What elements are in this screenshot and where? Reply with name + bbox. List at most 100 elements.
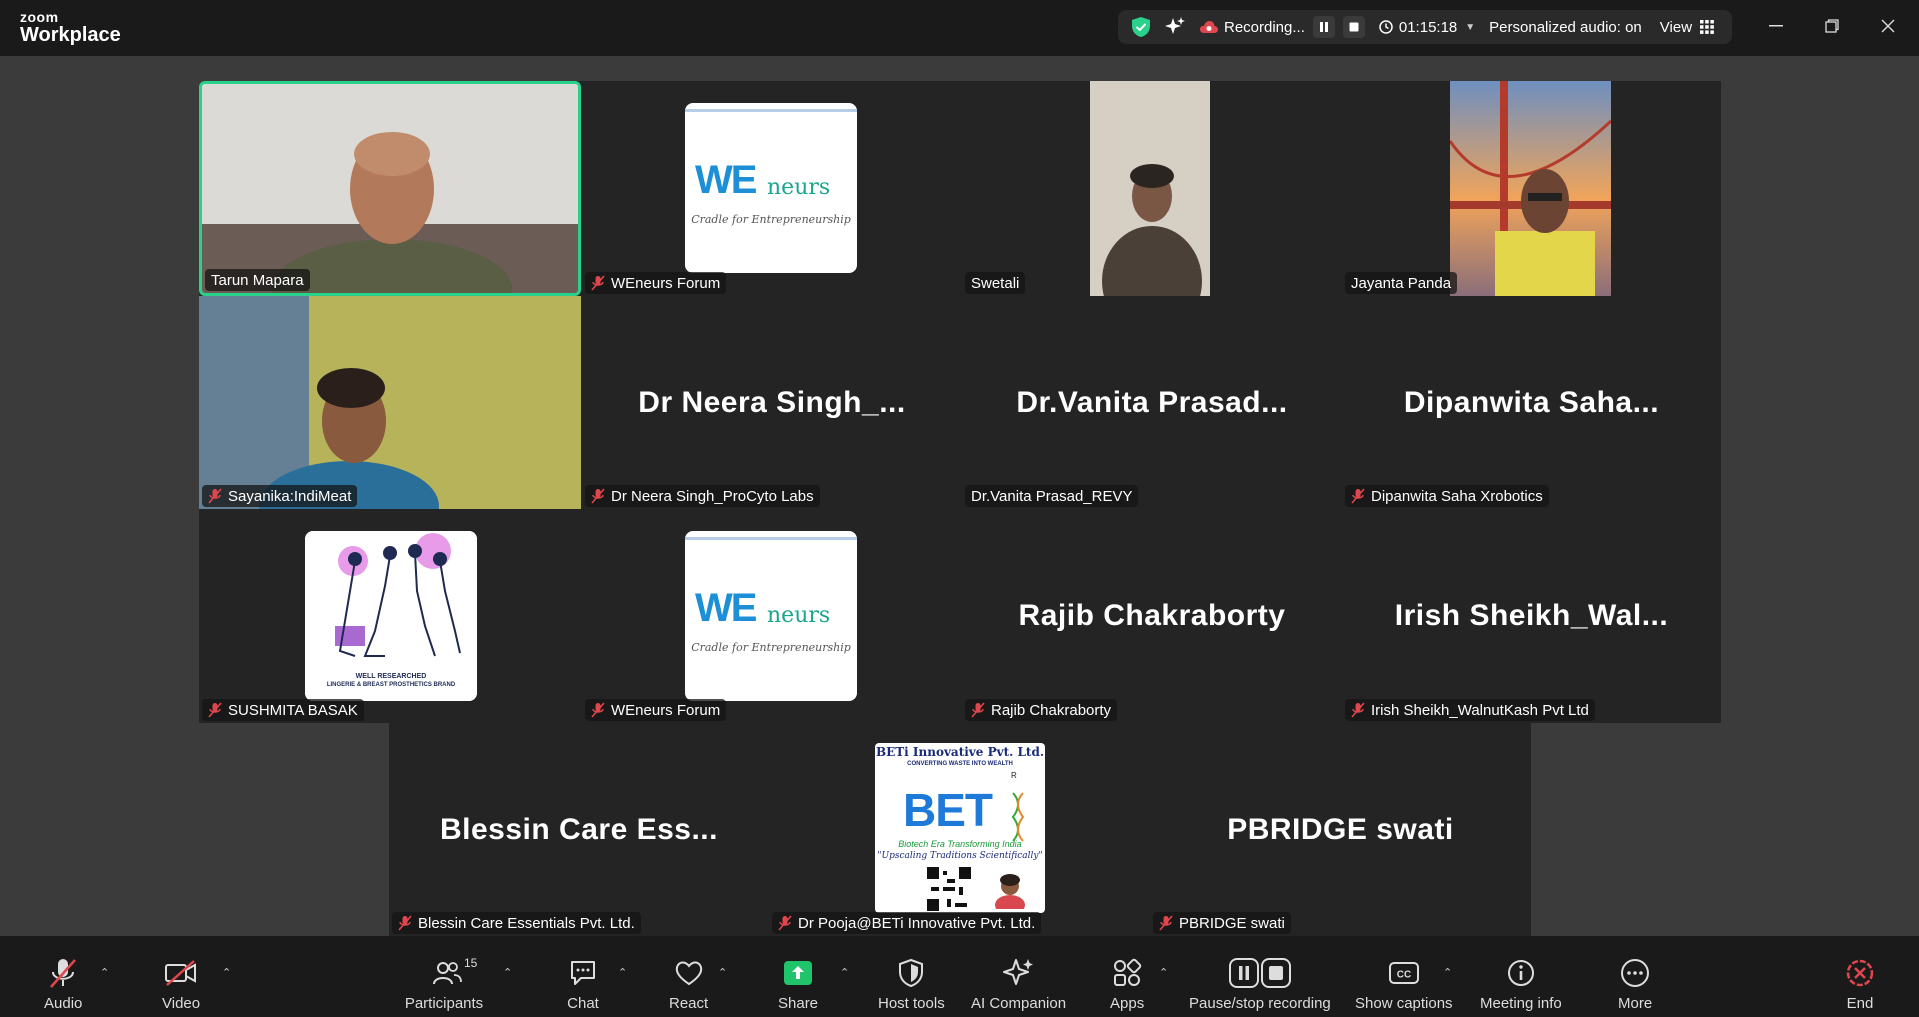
participant-tile[interactable]: Jayanta Panda bbox=[1342, 81, 1721, 296]
apps-icon bbox=[1110, 956, 1144, 990]
participant-tile[interactable]: Dipanwita Saha... Dipanwita Saha Xroboti… bbox=[1342, 296, 1721, 509]
participant-tile[interactable]: Rajib Chakraborty Rajib Chakraborty bbox=[962, 509, 1342, 723]
restore-icon[interactable] bbox=[1820, 14, 1844, 38]
participant-name: Dipanwita Saha Xrobotics bbox=[1371, 487, 1543, 505]
minimize-icon[interactable] bbox=[1764, 14, 1788, 38]
meeting-timer: 01:15:18 bbox=[1398, 18, 1458, 36]
participant-display-name: Dr Neera Singh_... bbox=[638, 385, 906, 419]
participant-tile[interactable]: BETi Innovative Pvt. Ltd. CONVERTING WAS… bbox=[769, 723, 1150, 936]
participant-video-thumbnail bbox=[202, 84, 578, 293]
chat-button[interactable]: Chat bbox=[566, 956, 600, 1012]
audio-button[interactable]: Audio bbox=[44, 956, 82, 1012]
end-meeting-button[interactable]: End bbox=[1843, 956, 1877, 1012]
ai-companion-sparkle-icon[interactable] bbox=[1164, 16, 1186, 38]
react-options-chevron-icon[interactable]: ⌃ bbox=[718, 966, 727, 979]
participant-name-tag: Dipanwita Saha Xrobotics bbox=[1345, 485, 1549, 507]
participant-video-thumbnail bbox=[1090, 81, 1210, 296]
participant-name-tag: Jayanta Panda bbox=[1345, 272, 1458, 294]
weneurs-logo-neurs: neurs bbox=[767, 175, 831, 200]
pause-stop-recording-button[interactable]: Pause/stop recording bbox=[1189, 956, 1331, 1012]
qr-code-icon bbox=[927, 867, 971, 911]
react-button[interactable]: React bbox=[669, 956, 708, 1012]
participant-tile[interactable]: WE neurs Cradle for Entrepreneurship WEn… bbox=[582, 81, 962, 296]
video-off-icon bbox=[164, 956, 198, 990]
captions-icon: CC bbox=[1387, 956, 1421, 990]
participant-name-tag: WEneurs Forum bbox=[585, 699, 727, 721]
participant-name: WEneurs Forum bbox=[611, 701, 721, 719]
encryption-shield-icon[interactable] bbox=[1130, 16, 1152, 38]
weneurs-logo-we: WE bbox=[695, 586, 757, 630]
participants-button[interactable]: 15 Participants bbox=[404, 956, 484, 1012]
grid-view-icon[interactable] bbox=[1700, 20, 1714, 34]
participant-tile[interactable]: Blessin Care Ess... Blessin Care Essenti… bbox=[389, 723, 769, 936]
muted-mic-icon bbox=[1159, 915, 1173, 931]
beti-company-name: BETi Innovative Pvt. Ltd. bbox=[875, 745, 1045, 759]
apps-options-chevron-icon[interactable]: ⌃ bbox=[1159, 966, 1168, 979]
beti-sub: Biotech Era Transforming India bbox=[898, 839, 1022, 849]
chevron-down-icon[interactable]: ▼ bbox=[1465, 22, 1475, 33]
recording-label: Recording... bbox=[1224, 18, 1305, 36]
ai-companion-label: AI Companion bbox=[971, 995, 1067, 1012]
pause-recording-button[interactable] bbox=[1312, 16, 1335, 38]
participant-tile[interactable]: PBRIDGE swati PBRIDGE swati bbox=[1150, 723, 1531, 936]
participant-name-tag: PBRIDGE swati bbox=[1153, 912, 1291, 934]
share-button[interactable]: Share bbox=[778, 956, 818, 1012]
captions-options-chevron-icon[interactable]: ⌃ bbox=[1443, 966, 1452, 979]
participant-tile[interactable]: Dr Neera Singh_... Dr Neera Singh_ProCyt… bbox=[582, 296, 962, 509]
video-options-chevron-icon[interactable]: ⌃ bbox=[222, 966, 231, 979]
more-dots-icon bbox=[1618, 956, 1652, 990]
participant-display-name: Dipanwita Saha... bbox=[1403, 385, 1660, 419]
participant-name: Dr Pooja@BETi Innovative Pvt. Ltd. bbox=[798, 914, 1036, 932]
apps-button[interactable]: Apps bbox=[1110, 956, 1144, 1012]
participant-display-name: PBRIDGE swati bbox=[1227, 812, 1454, 846]
title-bar: zoom Workplace Recording... 01:15:18 ▼ P… bbox=[0, 0, 1919, 56]
cloud-recording-icon bbox=[1200, 20, 1218, 34]
brand-bottom: Workplace bbox=[20, 24, 121, 46]
end-call-icon bbox=[1843, 956, 1877, 990]
weneurs-logo: WE neurs Cradle for Entrepreneurship bbox=[685, 531, 857, 701]
participant-name-tag: Blessin Care Essentials Pvt. Ltd. bbox=[392, 912, 641, 934]
weneurs-logo-neurs: neurs bbox=[767, 603, 831, 628]
view-button[interactable]: View bbox=[1660, 19, 1692, 36]
participant-tile[interactable]: Irish Sheikh_Wal... Irish Sheikh_WalnutK… bbox=[1342, 509, 1721, 723]
participant-name-tag: Dr.Vanita Prasad_REVY bbox=[965, 485, 1139, 507]
brand-top: zoom bbox=[20, 9, 59, 25]
participant-tile[interactable]: Swetali bbox=[962, 81, 1342, 296]
muted-mic-icon bbox=[1351, 702, 1365, 718]
participant-name-tag: Swetali bbox=[965, 272, 1026, 294]
stop-recording-button[interactable] bbox=[1342, 16, 1365, 38]
brand-logo-caption-1: WELL RESEARCHED bbox=[355, 673, 427, 680]
muted-mic-icon bbox=[591, 488, 605, 504]
captions-label: Show captions bbox=[1355, 995, 1453, 1012]
ai-companion-button[interactable]: AI Companion bbox=[971, 956, 1066, 1012]
weneurs-tagline: Cradle for Entrepreneurship bbox=[691, 641, 851, 654]
participant-tile[interactable]: WE neurs Cradle for Entrepreneurship WEn… bbox=[582, 509, 962, 723]
meeting-info-button[interactable]: Meeting info bbox=[1480, 956, 1562, 1012]
personalized-audio-status[interactable]: Personalized audio: on bbox=[1489, 19, 1642, 36]
participant-name-tag: SUSHMITA BASAK bbox=[202, 699, 364, 721]
muted-mic-icon bbox=[971, 702, 985, 718]
chat-options-chevron-icon[interactable]: ⌃ bbox=[618, 966, 627, 979]
participant-name-tag: Irish Sheikh_WalnutKash Pvt Ltd bbox=[1345, 699, 1595, 721]
svg-text:CC: CC bbox=[1397, 970, 1411, 981]
more-button[interactable]: More bbox=[1618, 956, 1652, 1012]
muted-mic-icon bbox=[591, 702, 605, 718]
app-logo: zoom Workplace bbox=[20, 10, 121, 45]
share-options-chevron-icon[interactable]: ⌃ bbox=[840, 966, 849, 979]
participant-display-name: Dr.Vanita Prasad... bbox=[1016, 385, 1288, 419]
participant-tile[interactable]: Dr.Vanita Prasad... Dr.Vanita Prasad_REV… bbox=[962, 296, 1342, 509]
weneurs-logo-we: WE bbox=[695, 158, 757, 202]
participants-options-chevron-icon[interactable]: ⌃ bbox=[503, 966, 512, 979]
participant-tile[interactable]: Tarun Mapara bbox=[199, 81, 581, 296]
audio-options-chevron-icon[interactable]: ⌃ bbox=[100, 966, 109, 979]
pause-stop-label: Pause/stop recording bbox=[1189, 995, 1331, 1012]
close-icon[interactable] bbox=[1876, 14, 1900, 38]
participant-tile[interactable]: WELL RESEARCHED LINGERIE & BREAST PROSTH… bbox=[199, 509, 581, 723]
participant-name: WEneurs Forum bbox=[611, 274, 721, 292]
participant-name-tag: Tarun Mapara bbox=[205, 269, 310, 291]
video-button[interactable]: Video bbox=[162, 956, 200, 1012]
host-tools-button[interactable]: Host tools bbox=[878, 956, 945, 1012]
show-captions-button[interactable]: CC Show captions bbox=[1355, 956, 1453, 1012]
participant-tile[interactable]: Sayanika:IndiMeat bbox=[199, 296, 581, 509]
participant-video-thumbnail bbox=[1450, 81, 1611, 296]
